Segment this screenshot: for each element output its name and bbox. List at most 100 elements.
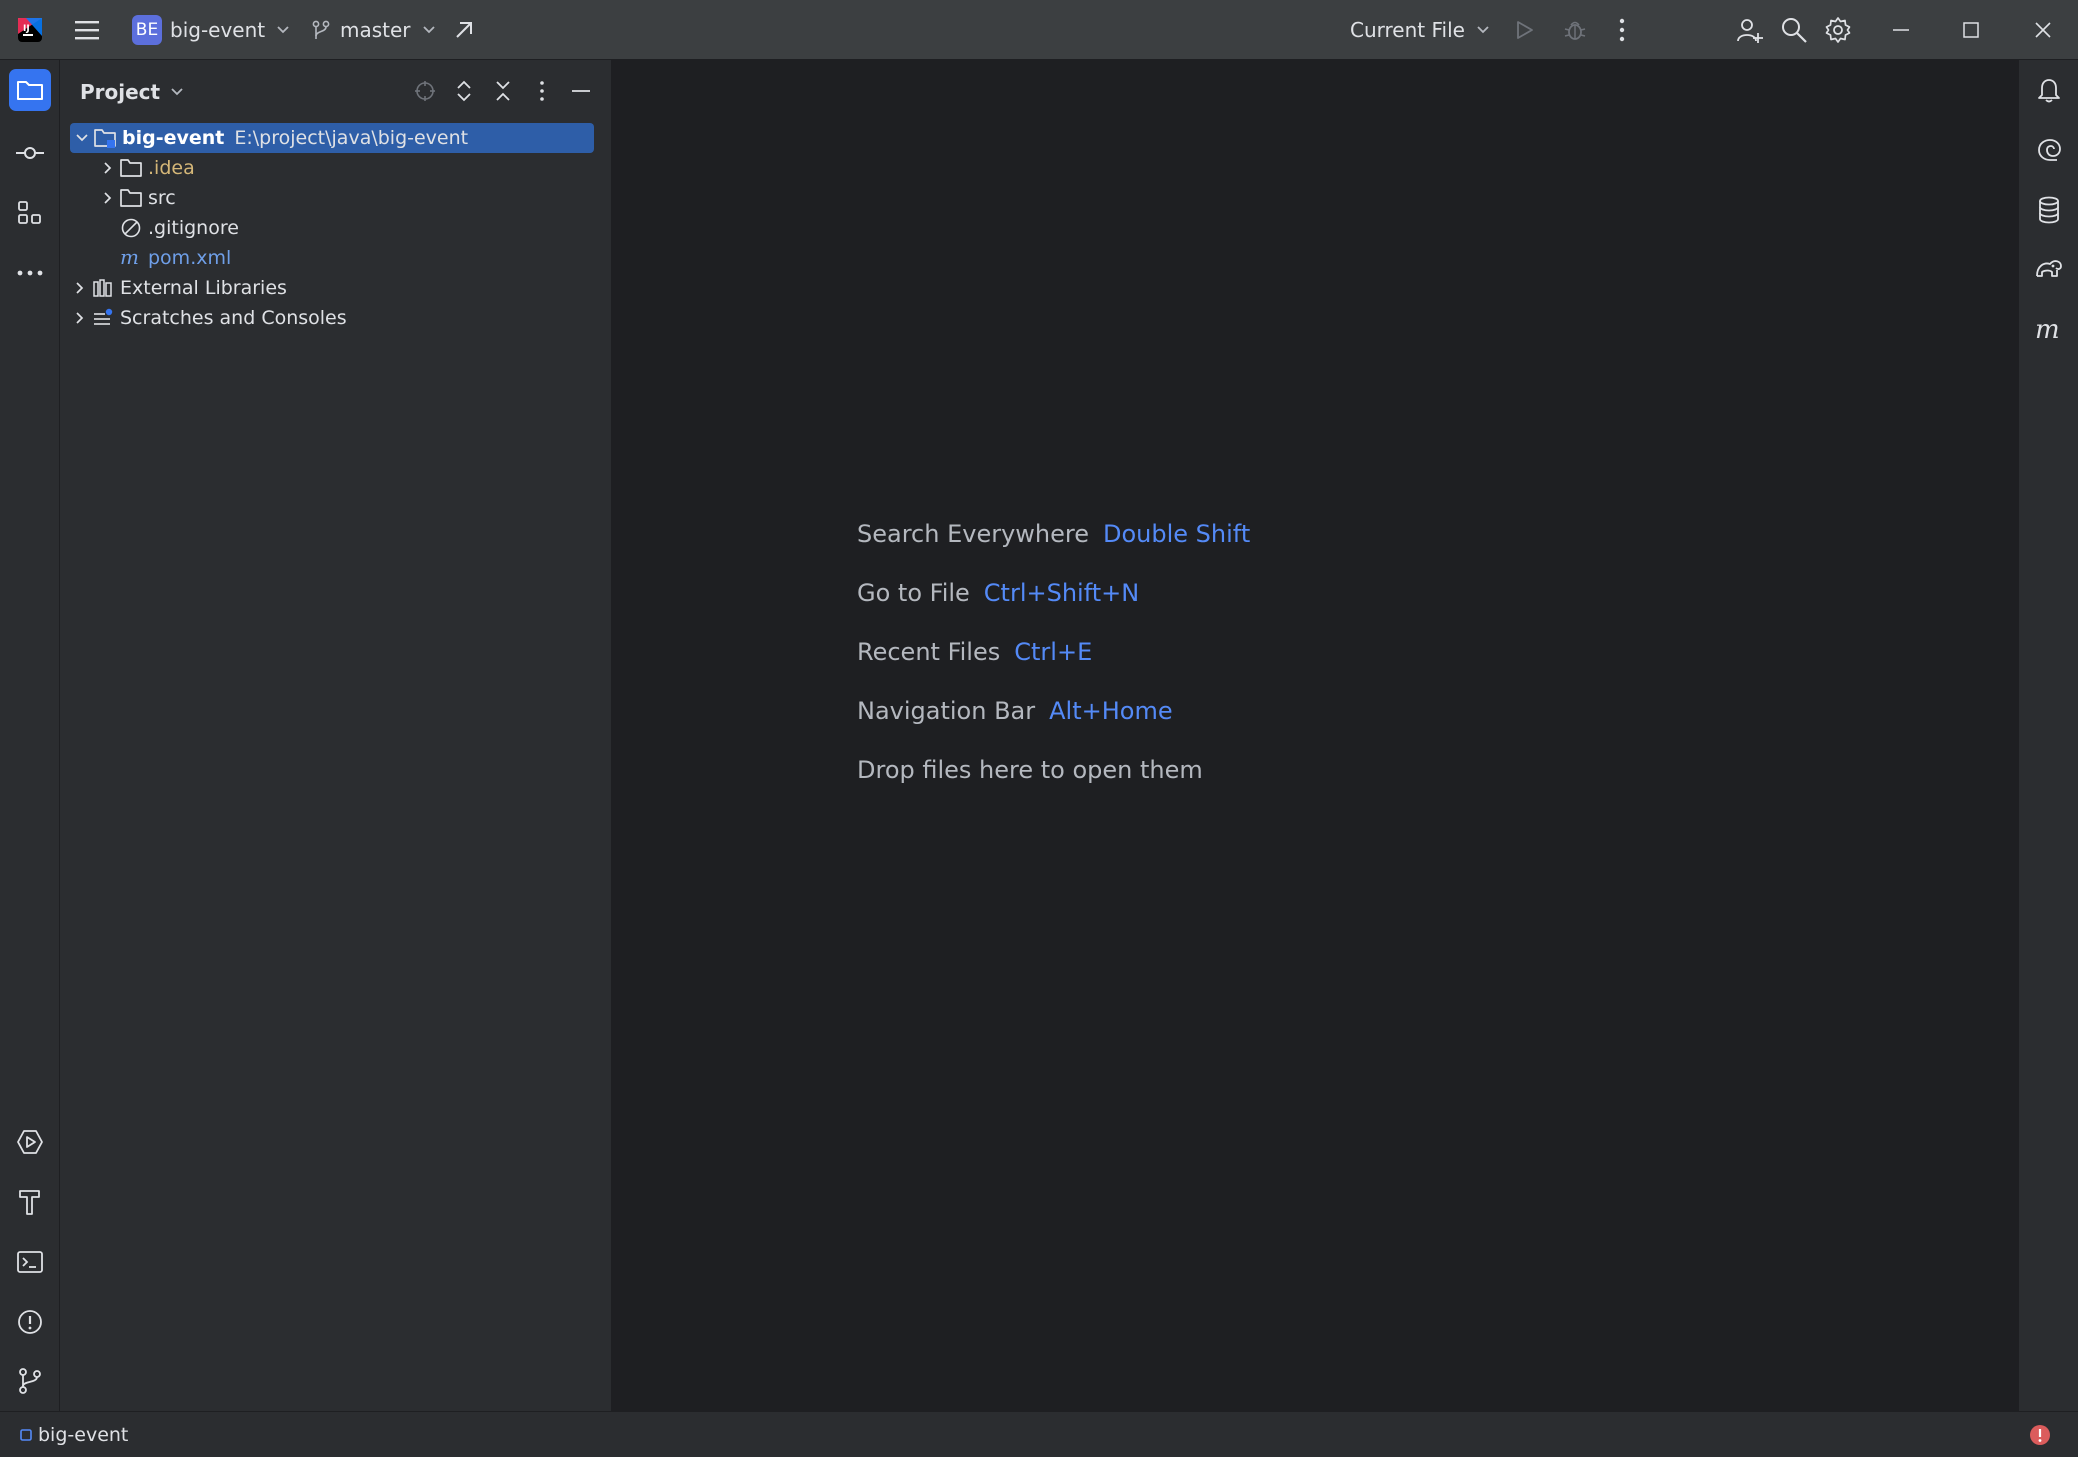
app-logo-icon[interactable]: IJ [16,0,44,60]
project-name: big-event [170,18,266,42]
tree-item-external-libraries[interactable]: External Libraries [70,273,287,303]
svg-text:IJ: IJ [23,24,30,34]
tree-item-pom[interactable]: m pom.xml [118,243,231,273]
hint-navigation-bar: Navigation Bar Alt+Home [857,697,1173,725]
run-button[interactable] [1512,0,1536,60]
folder-icon [118,153,144,183]
tree-item-idea[interactable]: .idea [98,153,195,183]
ai-assistant-button[interactable] [2028,129,2070,171]
more-icon [17,270,43,276]
chevron-right-icon[interactable] [98,183,118,213]
tree-item-label: .gitignore [148,217,239,239]
expand-all-button[interactable] [451,78,477,104]
minimize-icon [572,90,590,92]
close-button[interactable] [2034,0,2052,60]
chevron-right-icon[interactable] [98,153,118,183]
locate-file-button[interactable] [412,78,438,104]
tree-item-root[interactable]: big-event E:\project\java\big-event [70,123,594,153]
main-menu-button[interactable] [74,0,100,60]
tree-item-label: .idea [148,157,195,179]
hide-panel-button[interactable] [568,78,594,104]
close-icon [2035,22,2051,38]
collapse-all-button[interactable] [490,78,516,104]
hint-shortcut: Alt+Home [1049,697,1173,725]
gradle-button[interactable] [2028,249,2070,291]
svg-text:m: m [2035,317,2060,343]
project-switcher[interactable]: BE big-event [132,0,293,60]
title-bar: IJ BE big-event master Current File [0,0,2078,60]
problems-icon [18,1310,42,1334]
tree-item-gitignore[interactable]: .gitignore [118,213,239,243]
database-button[interactable] [2028,189,2070,231]
more-actions-button[interactable] [1616,0,1628,60]
branch-switcher[interactable]: master [310,0,439,60]
ai-assistant-icon [2038,139,2061,161]
hint-label: Recent Files [857,638,1001,666]
chevron-right-icon[interactable] [70,303,90,333]
terminal-icon [17,1251,43,1273]
status-project-widget[interactable]: big-event [20,1424,128,1446]
kebab-icon [540,81,544,101]
more-tools-button[interactable] [9,252,51,294]
run-config-selector[interactable]: Current File [1350,0,1493,60]
module-square-icon [20,1428,32,1441]
git-tool-button[interactable] [9,1360,51,1402]
status-project-name: big-event [38,1423,129,1446]
chevron-down-icon [422,26,435,34]
terminal-tool-button[interactable] [9,1241,51,1283]
maximize-icon [1963,22,1979,38]
services-tool-button[interactable] [9,1121,51,1163]
panel-options-button[interactable] [529,78,555,104]
structure-icon [18,201,41,224]
collapse-all-icon [496,81,510,101]
settings-button[interactable] [1824,0,1852,60]
bug-icon [1564,21,1586,40]
error-indicator[interactable] [2029,1424,2051,1446]
hint-go-to-file: Go to File Ctrl+Shift+N [857,579,1139,607]
project-panel: Project big-event E:\project\java\big-ev… [60,60,612,1411]
tree-item-scratches[interactable]: Scratches and Consoles [70,303,347,333]
git-branch-icon [19,1368,41,1394]
chevron-down-icon [1477,26,1489,34]
commit-tool-button[interactable] [9,132,51,174]
module-folder-icon [92,123,118,153]
scratches-icon [90,303,116,333]
svg-text:m: m [120,247,139,269]
hint-recent-files: Recent Files Ctrl+E [857,638,1092,666]
chevron-right-icon[interactable] [70,273,90,303]
problems-tool-button[interactable] [9,1301,51,1343]
crosshair-icon [415,81,435,101]
add-user-icon [1737,19,1763,43]
run-config-label: Current File [1350,18,1465,42]
project-badge: BE [132,15,162,45]
tree-item-label: External Libraries [120,277,287,299]
chevron-down-icon [277,26,289,34]
hint-search-everywhere: Search Everywhere Double Shift [857,520,1250,548]
libraries-icon [90,273,116,303]
structure-tool-button[interactable] [9,192,51,234]
minimize-button[interactable] [1892,0,1910,60]
editor-area[interactable]: Search Everywhere Double Shift Go to File… [612,60,2018,1411]
tree-item-src[interactable]: src [98,183,176,213]
folder-icon [17,81,43,100]
services-icon [17,1130,43,1154]
code-with-me-button[interactable] [1736,0,1764,60]
maximize-button[interactable] [1962,0,1980,60]
arrow-up-right-icon [456,22,472,38]
left-tool-strip [0,60,60,1411]
hamburger-icon [75,21,99,40]
minimize-icon [1893,29,1909,31]
tree-item-label: src [148,187,176,209]
project-tool-button[interactable] [9,69,51,111]
open-external-button[interactable] [452,0,476,60]
debug-button[interactable] [1562,0,1588,60]
tree-item-label: Scratches and Consoles [120,307,347,329]
build-tool-button[interactable] [9,1181,51,1223]
notifications-button[interactable] [2028,69,2070,111]
maven-button[interactable]: m [2028,309,2070,351]
chevron-down-icon[interactable] [72,123,92,153]
tree-item-label: pom.xml [148,247,232,269]
maven-icon: m [2035,317,2060,343]
project-view-selector[interactable]: Project [80,80,186,104]
search-button[interactable] [1780,0,1808,60]
